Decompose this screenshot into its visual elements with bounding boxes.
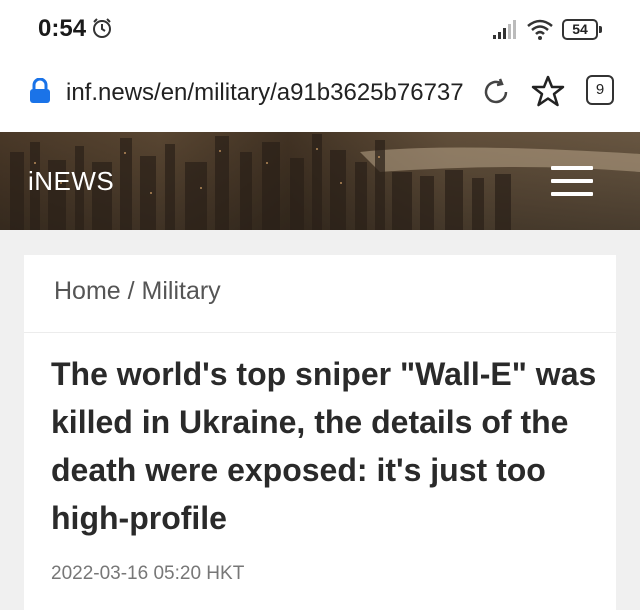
browser-address-bar[interactable]: inf.news/en/military/a91b3625b76737 9 <box>0 58 640 132</box>
status-bar: 0:54 54 <box>0 0 640 58</box>
site-logo[interactable]: iNEWS <box>28 166 114 197</box>
article-date: 2022-03-16 05:20 HKT <box>51 563 245 584</box>
breadcrumb[interactable]: Home / Military <box>54 277 221 306</box>
hamburger-menu-icon[interactable] <box>551 166 593 198</box>
star-icon[interactable] <box>531 74 565 108</box>
article-title: The world's top sniper "Wall-E" was kill… <box>51 356 597 536</box>
status-time: 0:54 <box>38 15 87 42</box>
site-header: iNEWS <box>0 132 640 230</box>
lock-icon[interactable] <box>28 78 52 104</box>
url-text[interactable]: inf.news/en/military/a91b3625b76737 <box>66 79 464 107</box>
wifi-icon <box>527 19 553 40</box>
divider <box>24 332 616 333</box>
reload-icon[interactable] <box>480 76 512 108</box>
battery-icon: 54 <box>562 19 602 40</box>
article-card: Home / Military The world's top sniper "… <box>24 255 616 610</box>
signal-icon <box>493 20 516 39</box>
alarm-icon <box>93 18 111 38</box>
battery-level: 54 <box>562 19 598 40</box>
battery-tip <box>599 26 602 33</box>
tabs-button[interactable]: 9 <box>586 75 614 105</box>
